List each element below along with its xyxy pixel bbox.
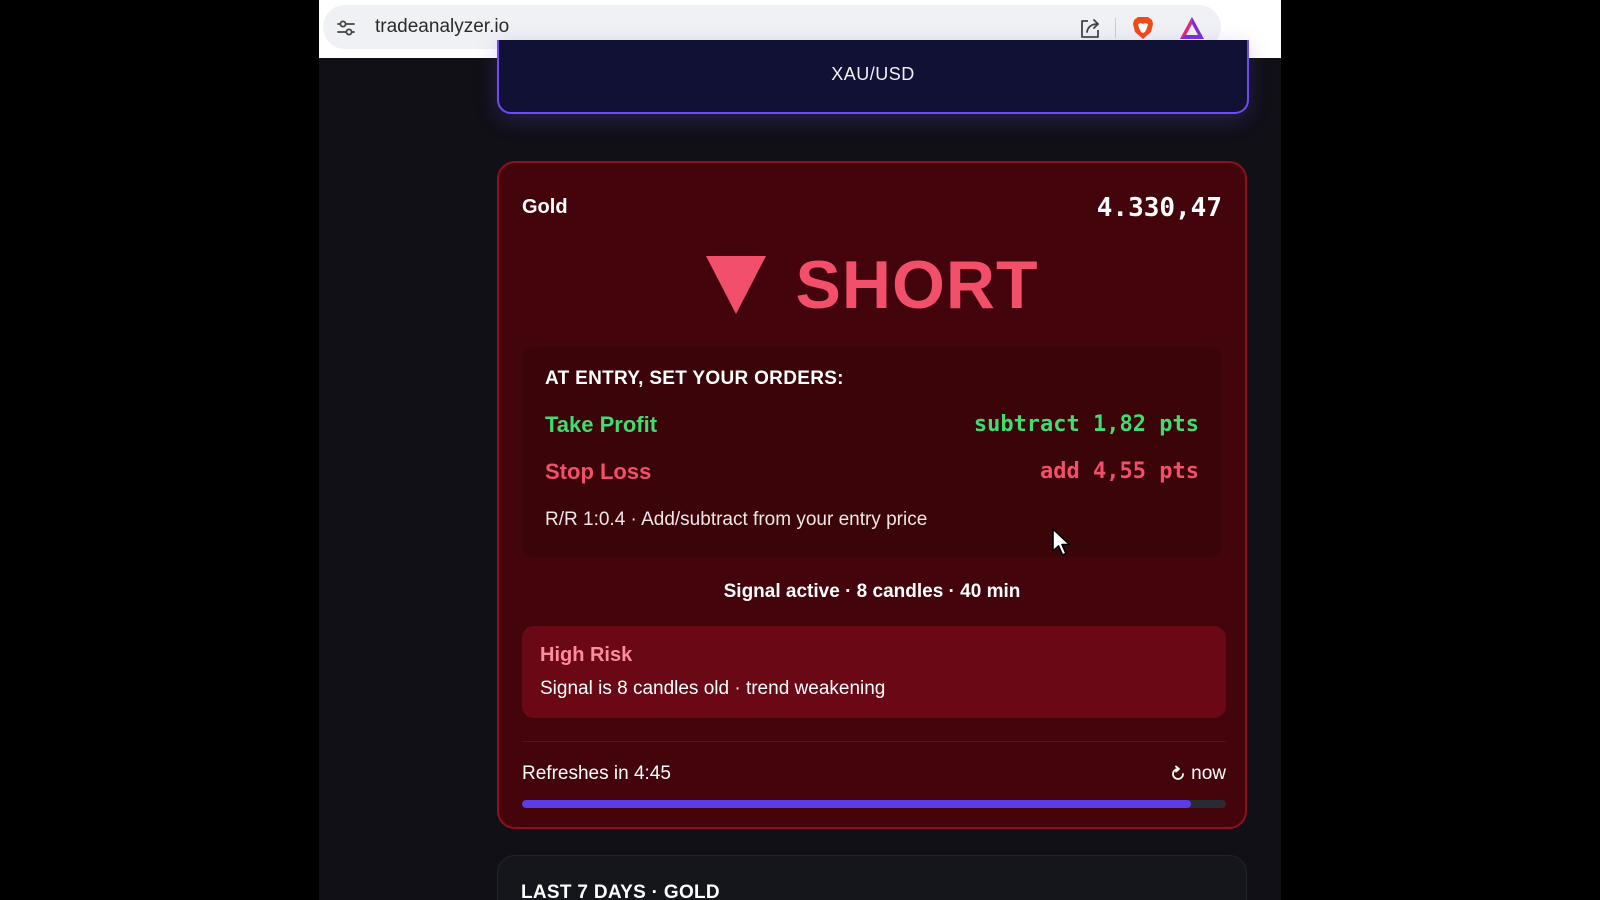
risk-title: High Risk: [540, 644, 633, 666]
orders-title: AT ENTRY, SET YOUR ORDERS:: [545, 368, 844, 389]
refresh-row: Refreshes in 4:45 now: [522, 763, 1226, 789]
symbol-label: XAU/USD: [831, 64, 915, 84]
history-title: LAST 7 DAYS · GOLD: [521, 882, 720, 900]
url-text[interactable]: tradeanalyzer.io: [375, 16, 509, 38]
asset-name: Gold: [522, 196, 568, 218]
stop-loss-row: Stop Loss add 4,55 pts: [545, 457, 1199, 487]
refresh-progress-bar: [522, 800, 1226, 808]
take-profit-value: subtract 1,82 pts: [973, 412, 1199, 437]
site-settings-icon[interactable]: [335, 17, 357, 39]
divider: [522, 741, 1226, 742]
browser-viewport: tradeanalyzer.io XAU/USD Gold 4.330,47 S…: [319, 0, 1281, 900]
asset-price: 4.330,47: [1096, 193, 1222, 223]
mouse-cursor-icon: [1052, 528, 1071, 556]
risk-description: Signal is 8 candles old · trend weakenin…: [540, 678, 886, 699]
screen: tradeanalyzer.io XAU/USD Gold 4.330,47 S…: [0, 0, 1600, 900]
brave-shields-icon[interactable]: [1129, 14, 1157, 42]
take-profit-row: Take Profit subtract 1,82 pts: [545, 410, 1199, 440]
symbol-selector[interactable]: XAU/USD: [497, 40, 1249, 114]
refresh-now-label: now: [1191, 763, 1226, 784]
risk-reward-note: R/R 1:0.4 · Add/subtract from your entry…: [545, 509, 928, 530]
stop-loss-value: add 4,55 pts: [1040, 459, 1199, 484]
direction-label: SHORT: [795, 247, 1039, 323]
triangle-down-icon: [705, 256, 766, 314]
share-icon[interactable]: [1077, 15, 1103, 41]
refresh-now-button[interactable]: now: [1169, 763, 1226, 785]
take-profit-label: Take Profit: [545, 412, 658, 437]
signal-direction: SHORT: [499, 247, 1245, 323]
risk-warning: High Risk Signal is 8 candles old · tren…: [522, 626, 1226, 718]
signal-card: Gold 4.330,47 SHORT AT ENTRY, SET YOUR O…: [497, 161, 1247, 829]
history-card: LAST 7 DAYS · GOLD: [497, 855, 1247, 900]
refresh-icon: [1172, 765, 1185, 780]
refresh-progress-fill: [522, 800, 1191, 808]
toolbar-divider: [1115, 18, 1116, 38]
orders-panel: AT ENTRY, SET YOUR ORDERS: Take Profit s…: [522, 346, 1222, 558]
stop-loss-label: Stop Loss: [545, 459, 652, 484]
brave-rewards-icon[interactable]: [1178, 15, 1206, 41]
signal-status: Signal active · 8 candles · 40 min: [723, 581, 1021, 602]
refresh-countdown: Refreshes in 4:45: [522, 763, 671, 784]
